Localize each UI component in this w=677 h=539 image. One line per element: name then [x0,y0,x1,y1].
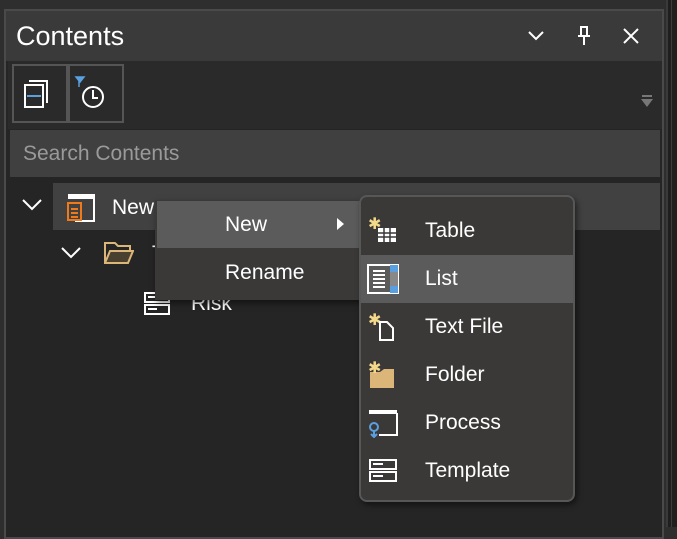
close-icon [623,28,639,44]
context-menu: New Rename [155,200,361,300]
process-icon [369,410,398,438]
list-icon [367,264,399,294]
chevron-down-icon [528,31,544,41]
new-folder-icon: ✱ [368,360,394,388]
submenu-item-folder[interactable]: ✱ Folder [361,351,573,399]
collapse-all-icon [24,80,48,108]
tree-item-label: New [112,196,155,219]
menu-item-new[interactable]: New [157,201,359,248]
right-splitter[interactable] [666,0,677,527]
toolbar [8,61,662,129]
chevron-down-icon[interactable] [61,247,81,259]
panel-title: Contents [16,21,125,51]
new-submenu: ✱ Table List ✱ Text File ✱ Folder Proces… [359,195,575,502]
submenu-item-table[interactable]: ✱ Table [361,207,573,255]
menu-item-rename[interactable]: Rename [157,249,359,296]
submenu-item-label: Folder [425,363,485,386]
overflow-arrow-icon[interactable] [640,95,654,109]
filter-recent-icon [74,76,104,108]
chevron-down-icon [22,199,42,211]
submenu-item-label: Template [425,459,511,482]
submenu-item-label: List [425,267,458,290]
search-input[interactable]: Search Contents [10,130,660,177]
menu-item-label: Rename [225,261,305,284]
submenu-arrow-icon [337,218,344,230]
panel-titlebar: Contents [6,11,662,61]
template-icon [369,459,397,482]
submenu-item-label: Table [425,219,476,242]
svg-text:✱: ✱ [368,360,381,377]
pin-icon [578,26,590,45]
submenu-item-label: Process [425,411,501,434]
submenu-item-label: Text File [425,315,504,338]
document-icon [67,194,95,222]
new-text-file-icon: ✱ [368,312,394,341]
pin-button[interactable] [571,23,597,49]
submenu-item-text-file[interactable]: ✱ Text File [361,303,573,351]
submenu-item-process[interactable]: Process [361,399,573,447]
filter-recent-button[interactable] [68,64,124,123]
dropdown-button[interactable] [523,23,549,49]
close-button[interactable] [618,23,644,49]
new-table-icon: ✱ [368,216,396,242]
tree-expander[interactable] [16,183,56,230]
menu-item-label: New [225,213,268,236]
collapse-all-button[interactable] [12,64,68,123]
submenu-item-template[interactable]: Template [361,447,573,495]
folder-open-icon [104,242,134,264]
submenu-item-list[interactable]: List [361,255,573,303]
